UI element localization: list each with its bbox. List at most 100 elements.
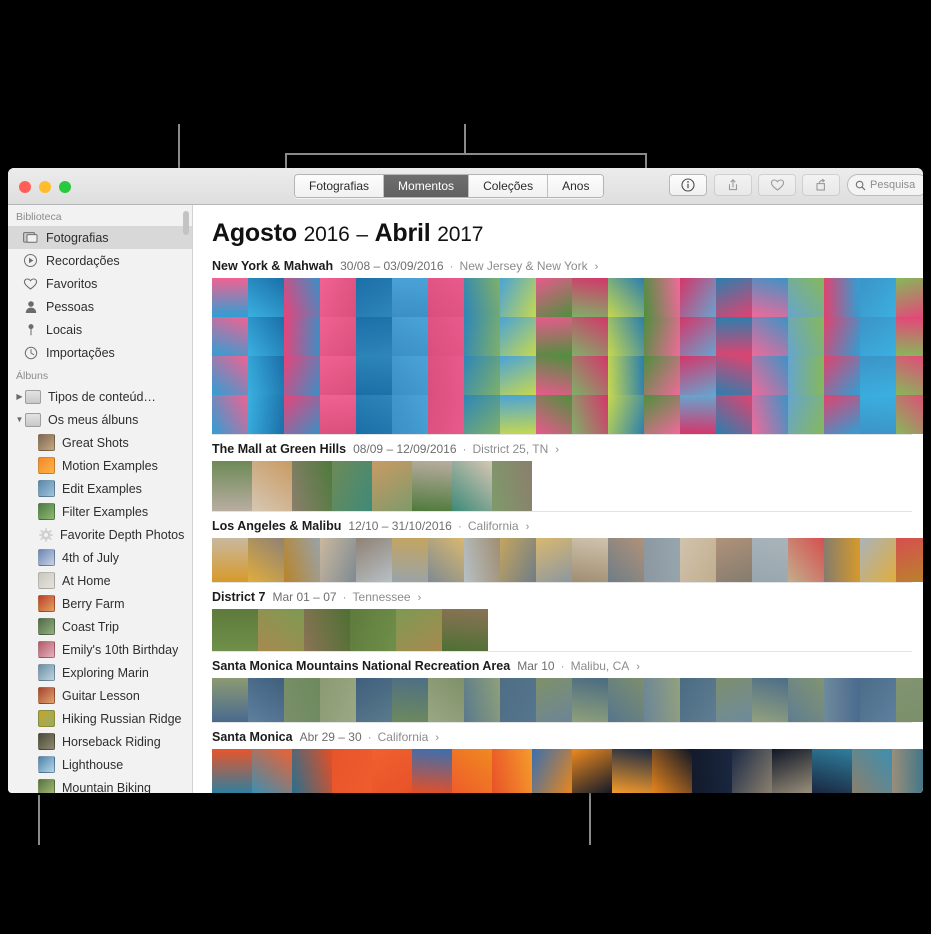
photo-thumbnail[interactable] [392, 317, 428, 356]
photo-thumbnail[interactable] [428, 395, 464, 434]
photo-thumbnail[interactable] [284, 356, 320, 395]
photo-thumbnail[interactable] [212, 749, 252, 793]
photo-thumbnail[interactable] [372, 749, 412, 793]
moment-header[interactable]: District 7 Mar 01 – 07 · Tennessee › [212, 583, 923, 609]
photo-thumbnail[interactable] [536, 678, 572, 722]
photo-thumbnail[interactable] [304, 609, 350, 651]
photo-thumbnail[interactable] [652, 749, 692, 793]
sidebar-item-album[interactable]: Lighthouse [8, 753, 192, 776]
photo-strip[interactable] [212, 538, 923, 582]
photo-thumbnail[interactable] [680, 395, 716, 434]
photo-thumbnail[interactable] [788, 678, 824, 722]
photo-thumbnail[interactable] [212, 538, 248, 582]
photo-thumbnail[interactable] [812, 749, 852, 793]
tab-momentos[interactable]: Momentos [384, 175, 470, 197]
photo-thumbnail[interactable] [852, 749, 892, 793]
photo-thumbnail[interactable] [392, 678, 428, 722]
photo-thumbnail[interactable] [500, 317, 536, 356]
photo-thumbnail[interactable] [572, 278, 608, 317]
photo-thumbnail[interactable] [428, 356, 464, 395]
chevron-right-icon[interactable]: › [636, 661, 640, 673]
photo-thumbnail[interactable] [356, 538, 392, 582]
photo-thumbnail[interactable] [284, 278, 320, 317]
sidebar-item-album[interactable]: Berry Farm [8, 592, 192, 615]
moment-section[interactable]: District 7 Mar 01 – 07 · Tennessee › [194, 583, 923, 651]
photo-thumbnail[interactable] [412, 461, 452, 511]
photo-thumbnail[interactable] [428, 317, 464, 356]
photo-thumbnail[interactable] [536, 317, 572, 356]
sidebar-item-album[interactable]: Favorite Depth Photos [8, 523, 192, 546]
photo-thumbnail[interactable] [464, 356, 500, 395]
moment-section[interactable]: Santa Monica Abr 29 – 30 · California › [194, 723, 923, 793]
view-mode-segmented-control[interactable]: Fotografias Momentos Coleções Anos [294, 174, 605, 198]
photo-thumbnail[interactable] [644, 678, 680, 722]
photo-thumbnail[interactable] [292, 749, 332, 793]
photo-thumbnail[interactable] [680, 538, 716, 582]
moment-header[interactable]: Santa Monica Mountains National Recreati… [212, 652, 923, 678]
sidebar-item-album[interactable]: Exploring Marin [8, 661, 192, 684]
chevron-down-icon[interactable]: ▼ [14, 415, 25, 424]
photo-thumbnail[interactable] [680, 678, 716, 722]
photo-thumbnail[interactable] [428, 678, 464, 722]
photo-thumbnail[interactable] [716, 538, 752, 582]
minimize-button[interactable] [39, 181, 51, 193]
photo-thumbnail[interactable] [752, 317, 788, 356]
photo-thumbnail[interactable] [644, 395, 680, 434]
photo-thumbnail[interactable] [248, 538, 284, 582]
photo-thumbnail[interactable] [716, 678, 752, 722]
photo-thumbnail[interactable] [644, 278, 680, 317]
photo-thumbnail[interactable] [608, 678, 644, 722]
photo-thumbnail[interactable] [716, 395, 752, 434]
photo-thumbnail[interactable] [252, 461, 292, 511]
photo-thumbnail[interactable] [452, 461, 492, 511]
photo-thumbnail[interactable] [752, 278, 788, 317]
photo-thumbnail[interactable] [356, 356, 392, 395]
photo-thumbnail[interactable] [772, 749, 812, 793]
sidebar-item-fotografias[interactable]: Fotografias [8, 226, 192, 249]
photo-thumbnail[interactable] [212, 278, 248, 317]
info-button[interactable] [669, 174, 707, 196]
photo-thumbnail[interactable] [284, 317, 320, 356]
photo-thumbnail[interactable] [644, 317, 680, 356]
photo-thumbnail[interactable] [212, 317, 248, 356]
sidebar-item-pessoas[interactable]: Pessoas [8, 295, 192, 318]
photo-thumbnail[interactable] [896, 317, 923, 356]
sidebar-item-album[interactable]: Filter Examples [8, 500, 192, 523]
chevron-right-icon[interactable]: › [435, 732, 439, 744]
sidebar-item-album[interactable]: Mountain Biking [8, 776, 192, 793]
sidebar-item-album[interactable]: Horseback Riding [8, 730, 192, 753]
moment-header[interactable]: New York & Mahwah 30/08 – 03/09/2016 · New … [212, 252, 923, 278]
photo-thumbnail[interactable] [572, 678, 608, 722]
photo-strip[interactable] [212, 609, 488, 651]
tab-fotografias[interactable]: Fotografias [295, 175, 385, 197]
photo-thumbnail[interactable] [464, 278, 500, 317]
sidebar-item-album[interactable]: Coast Trip [8, 615, 192, 638]
moment-list[interactable]: New York & Mahwah 30/08 – 03/09/2016 · New … [194, 252, 923, 793]
chevron-right-icon[interactable]: › [418, 592, 422, 604]
photo-thumbnail[interactable] [464, 538, 500, 582]
photo-thumbnail[interactable] [752, 538, 788, 582]
photo-thumbnail[interactable] [500, 356, 536, 395]
photo-thumbnail[interactable] [572, 395, 608, 434]
moment-header[interactable]: Los Angeles & Malibu 12/10 – 31/10/2016 · C… [212, 512, 923, 538]
photo-thumbnail[interactable] [716, 278, 752, 317]
moment-section[interactable]: New York & Mahwah 30/08 – 03/09/2016 · New … [194, 252, 923, 434]
photo-thumbnail[interactable] [536, 395, 572, 434]
photo-thumbnail[interactable] [392, 538, 428, 582]
chevron-right-icon[interactable]: › [526, 521, 530, 533]
sidebar[interactable]: Biblioteca Fotografias Recordações Favor… [8, 205, 193, 793]
photo-thumbnail[interactable] [860, 317, 896, 356]
photo-thumbnail[interactable] [396, 609, 442, 651]
photo-thumbnail[interactable] [372, 461, 412, 511]
photo-thumbnail[interactable] [212, 461, 252, 511]
photo-thumbnail[interactable] [350, 609, 396, 651]
photo-thumbnail[interactable] [788, 356, 824, 395]
photo-thumbnail[interactable] [332, 749, 372, 793]
photo-thumbnail[interactable] [680, 356, 716, 395]
photo-thumbnail[interactable] [320, 278, 356, 317]
photo-strip[interactable] [212, 749, 923, 793]
photo-thumbnail[interactable] [428, 278, 464, 317]
photo-thumbnail[interactable] [896, 678, 923, 722]
photo-thumbnail[interactable] [442, 609, 488, 651]
photo-thumbnail[interactable] [320, 356, 356, 395]
